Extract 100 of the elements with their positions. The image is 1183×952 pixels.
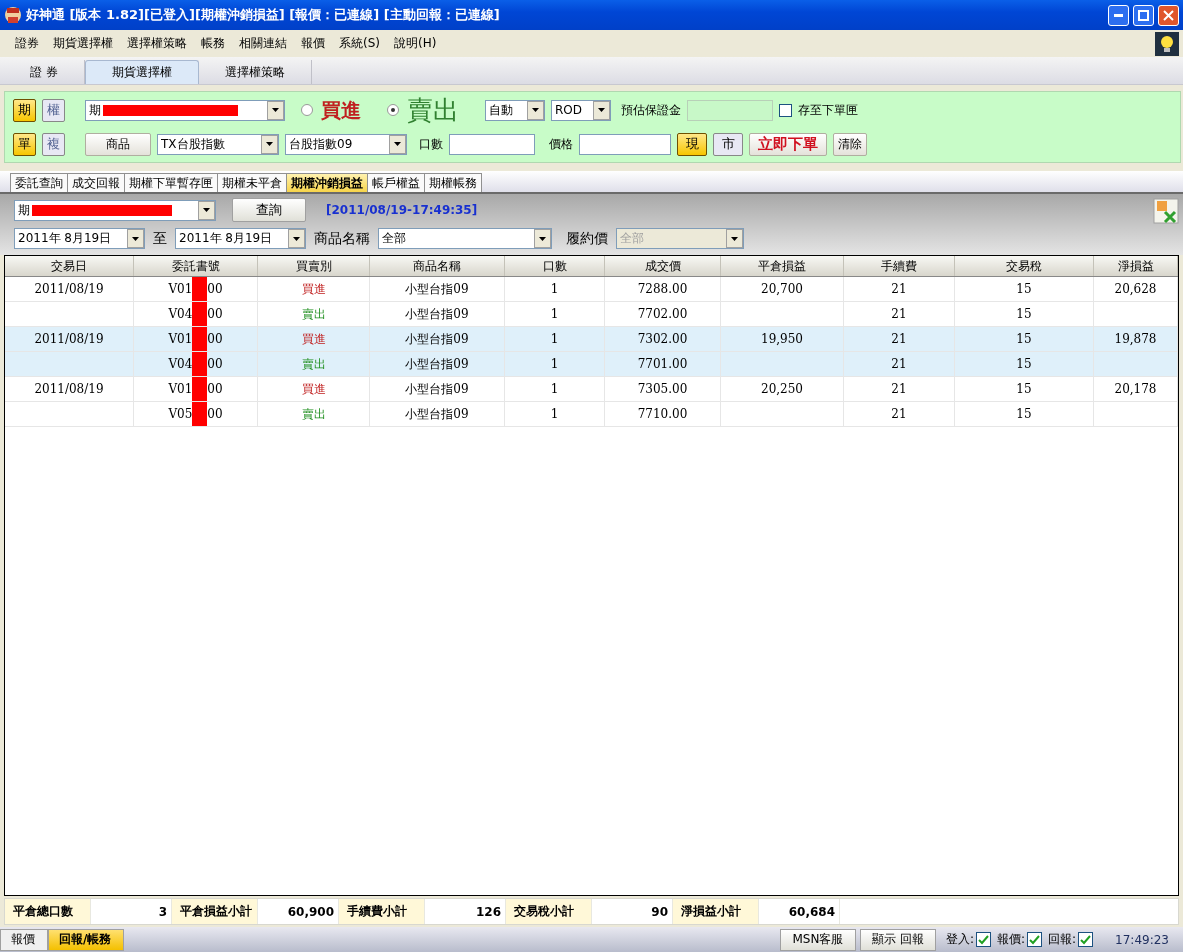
redaction-mark	[192, 302, 208, 326]
column-header[interactable]: 平倉損益	[721, 256, 844, 276]
menu-item[interactable]: 說明(H)	[387, 35, 444, 52]
column-header[interactable]: 成交價	[605, 256, 721, 276]
table-cell-text: V01	[168, 381, 193, 398]
column-header[interactable]: 商品名稱	[370, 256, 505, 276]
status-label: 報價:	[997, 931, 1026, 948]
table-cell: 15	[955, 377, 1094, 401]
close-button[interactable]	[1158, 4, 1179, 26]
start-date-picker[interactable]: 2011年 8月19日	[14, 228, 145, 249]
maximize-icon	[1138, 9, 1149, 21]
summary-label: 淨損益小計	[673, 899, 758, 924]
condition-dropdown[interactable]: 自動	[485, 99, 545, 121]
margin-field[interactable]	[687, 99, 773, 121]
status-button[interactable]: MSN客服	[779, 928, 856, 951]
summary-label: 手續費小計	[339, 899, 424, 924]
mode-toggle[interactable]: 複	[42, 132, 65, 156]
table-cell-text: V04	[168, 306, 193, 323]
report-tab[interactable]: 期權未平倉	[217, 173, 287, 192]
lightbulb-icon[interactable]	[1155, 31, 1179, 56]
column-header[interactable]: 買賣別	[258, 256, 370, 276]
table-row[interactable]: 2011/08/19 V01 00 買進 小型台指09 1 7302.00 19,950 21 15 19,878	[5, 327, 1178, 352]
table-cell: 1	[505, 277, 605, 301]
report-tab[interactable]: 委託查詢	[10, 173, 68, 192]
menu-item[interactable]: 報價	[294, 35, 332, 52]
column-header[interactable]: 交易日	[5, 256, 134, 276]
table-cell: 小型台指09	[370, 277, 505, 301]
report-tab[interactable]: 成交回報	[67, 173, 125, 192]
table-cell: 小型台指09	[370, 402, 505, 426]
save-checkbox-label: 存至下單匣	[798, 101, 858, 119]
module-tab[interactable]: 選擇權策略	[198, 60, 312, 84]
report-tab[interactable]: 期權沖銷損益	[286, 173, 368, 192]
market-toggle[interactable]: 權	[42, 98, 65, 122]
table-cell: 15	[955, 277, 1094, 301]
table-cell: 15	[955, 327, 1094, 351]
table-cell-text: V04	[168, 356, 193, 373]
status-tab[interactable]: 報價	[0, 928, 48, 951]
submit-order-button[interactable]: 立即下單	[749, 132, 827, 156]
status-label: 回報:	[1048, 931, 1077, 948]
dropdown-arrow-icon	[266, 142, 273, 146]
table-cell: 1	[505, 377, 605, 401]
time-in-force-dropdown[interactable]: ROD	[551, 99, 611, 121]
table-row[interactable]: 2011/08/19 V01 00 買進 小型台指09 1 7305.00 20,250 21 15 20,178	[5, 377, 1178, 402]
product-dropdown[interactable]: TX台股指數	[157, 133, 279, 155]
price-type-toggle[interactable]: 市	[713, 132, 743, 156]
table-cell: 小型台指09	[370, 352, 505, 376]
to-label: 至	[153, 229, 167, 248]
menu-item[interactable]: 系統(S)	[332, 35, 387, 52]
minimize-button[interactable]	[1108, 4, 1129, 26]
menu-item[interactable]: 相關連結	[232, 35, 294, 52]
table-row[interactable]: V05 00 賣出 小型台指09 1 7710.00 21 15	[5, 402, 1178, 427]
column-header[interactable]: 淨損益	[1094, 256, 1178, 276]
table-cell: 15	[955, 302, 1094, 326]
mode-toggle[interactable]: 單	[13, 132, 36, 156]
column-header[interactable]: 交易稅	[955, 256, 1094, 276]
table-row[interactable]: V04 00 賣出 小型台指09 1 7701.00 21 15	[5, 352, 1178, 377]
side-radio[interactable]	[387, 104, 399, 116]
dropdown-arrow-icon	[539, 236, 546, 241]
end-date-picker[interactable]: 2011年 8月19日	[175, 228, 306, 249]
export-excel-icon[interactable]	[1153, 198, 1179, 224]
module-tab[interactable]: 證 券	[4, 60, 85, 84]
maximize-button[interactable]	[1133, 4, 1154, 26]
status-tab[interactable]: 回報/帳務	[48, 928, 125, 951]
report-tab[interactable]: 帳戶權益	[367, 173, 425, 192]
column-header[interactable]: 手續費	[844, 256, 955, 276]
table-cell: 7302.00	[605, 327, 721, 351]
product-button[interactable]: 商品	[85, 132, 151, 156]
status-label: 登入:	[945, 931, 974, 948]
report-tab[interactable]: 期權帳務	[424, 173, 482, 192]
quantity-field[interactable]	[449, 133, 535, 155]
table-cell-text: V01	[168, 281, 193, 298]
side-radio[interactable]	[301, 104, 313, 116]
menu-item[interactable]: 證券	[8, 35, 46, 52]
strike-price-label: 履約價	[566, 229, 608, 248]
summary-label: 平倉損益小計	[172, 899, 257, 924]
table-row[interactable]: V04 00 賣出 小型台指09 1 7702.00 21 15	[5, 302, 1178, 327]
save-checkbox[interactable]	[779, 103, 792, 117]
table-cell: 買進	[258, 377, 370, 401]
column-header[interactable]: 口數	[505, 256, 605, 276]
market-toggle[interactable]: 期	[13, 98, 36, 122]
quantity-label: 口數	[419, 135, 443, 153]
table-row[interactable]: 2011/08/19 V01 00 買進 小型台指09 1 7288.00 20,700 21 15 20,628	[5, 277, 1178, 302]
summary-label: 交易稅小計	[506, 899, 591, 924]
price-field[interactable]	[579, 133, 671, 155]
table-cell-text: V05	[168, 406, 193, 423]
query-button[interactable]: 查詢	[232, 198, 306, 222]
price-type-toggle[interactable]: 現	[677, 132, 707, 156]
status-button[interactable]: 顯示 回報	[859, 928, 936, 951]
module-tab[interactable]: 期貨選擇權	[84, 60, 199, 84]
menu-item[interactable]: 帳務	[194, 35, 232, 52]
report-tab[interactable]: 期權下單暫存匣	[124, 173, 218, 192]
column-header[interactable]: 委託書號	[134, 256, 258, 276]
close-icon	[1163, 9, 1174, 21]
menu-item[interactable]: 選擇權策略	[120, 35, 194, 52]
account-dropdown[interactable]: 期	[85, 99, 285, 121]
account-dropdown[interactable]: 期	[14, 199, 216, 221]
product-name-dropdown[interactable]: 全部	[378, 228, 552, 249]
menu-item[interactable]: 期貨選擇權	[46, 35, 120, 52]
contract-dropdown[interactable]: 台股指數09	[285, 133, 407, 155]
clear-button[interactable]: 清除	[833, 132, 867, 156]
